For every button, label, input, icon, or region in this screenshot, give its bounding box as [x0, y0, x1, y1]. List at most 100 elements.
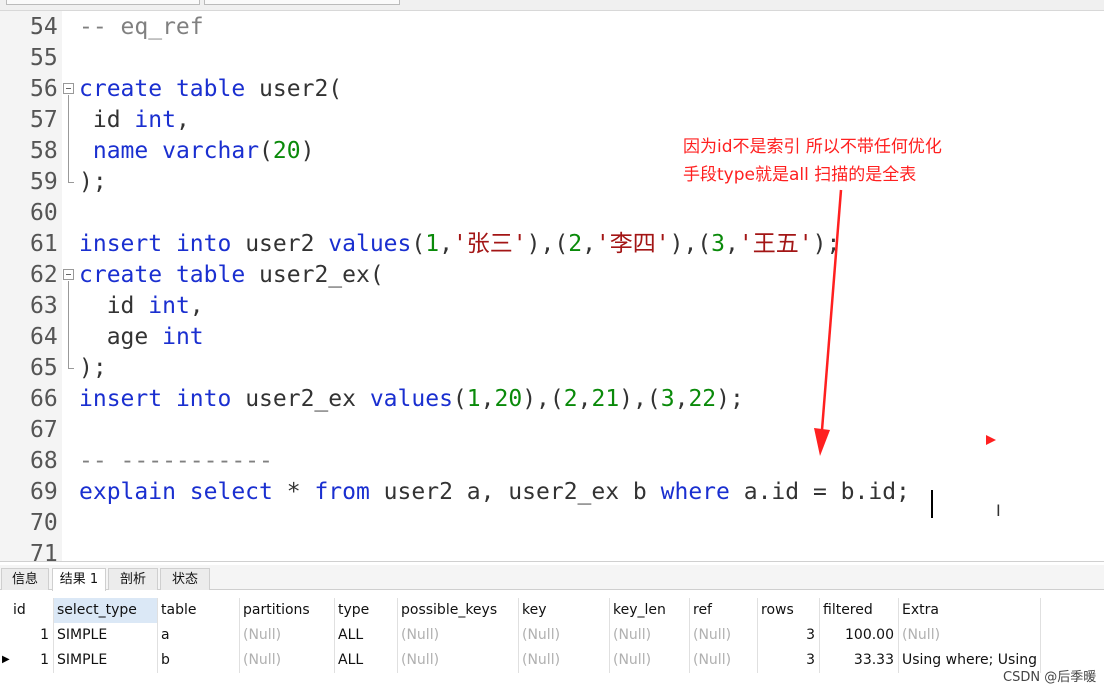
code-token: ),( [669, 231, 712, 257]
code-token: explain [79, 479, 176, 505]
fold-guide [68, 95, 69, 182]
code-token: create [79, 262, 163, 288]
line-number: 63 [30, 293, 58, 319]
fold-toggle-icon[interactable] [63, 83, 74, 94]
code-line[interactable]: 56 create table user2( [0, 74, 1104, 105]
table-cell[interactable]: b [158, 648, 240, 673]
table-cell[interactable]: (Null) [690, 623, 758, 648]
annotation-line-1: 因为id不是索引 所以不带任何优化 [683, 137, 942, 157]
column-header[interactable]: type [335, 598, 398, 623]
table-cell[interactable]: 1 [10, 623, 54, 648]
column-header[interactable]: key [519, 598, 610, 623]
code-line[interactable]: 70 [0, 508, 1104, 539]
table-cell[interactable]: (Null) [690, 648, 758, 673]
line-number: 68 [30, 448, 58, 474]
column-header[interactable]: partitions [240, 598, 335, 623]
column-header[interactable]: filtered [820, 598, 899, 623]
code-line[interactable]: 54 -- eq_ref [0, 12, 1104, 43]
table-cell[interactable]: (Null) [240, 623, 335, 648]
table-cell[interactable]: (Null) [240, 648, 335, 673]
table-cell[interactable]: SIMPLE [54, 623, 158, 648]
table-cell[interactable]: (Null) [519, 623, 610, 648]
code-line[interactable]: 71 [0, 539, 1104, 561]
code-token: create [79, 76, 163, 102]
query-tab[interactable] [204, 0, 400, 5]
code-token: id [79, 107, 135, 133]
results-tab-bar: 信息 结果 1 剖析 状态 [0, 565, 1104, 591]
code-token: 2 [563, 386, 578, 412]
code-token: user2_ex [231, 386, 370, 412]
code-line[interactable]: 62 create table user2_ex( [0, 260, 1104, 291]
sql-editor[interactable]: 54 -- eq_ref 55 56 create table user2(57 id … [0, 11, 1104, 561]
code-token: ); [812, 231, 841, 257]
tab-profile[interactable]: 剖析 [108, 568, 158, 590]
code-token: '王五' [738, 231, 813, 257]
code-line[interactable]: 68 -- ----------- [0, 446, 1104, 477]
table-cell[interactable]: a [158, 623, 240, 648]
table-cell[interactable]: ALL [335, 648, 398, 673]
code-line[interactable]: 63 id int, [0, 291, 1104, 322]
column-header[interactable]: rows [758, 598, 820, 623]
code-token: id [79, 293, 149, 319]
tab-status[interactable]: 状态 [160, 568, 210, 590]
code-line[interactable]: 60 [0, 198, 1104, 229]
code-token: 1 [466, 386, 481, 412]
code-line[interactable]: 66 insert into user2_ex values(1,20),(2,2… [0, 384, 1104, 415]
column-header[interactable]: id [10, 598, 54, 623]
code-token: insert [79, 231, 163, 257]
code-token: into [175, 386, 232, 412]
code-text: age int [79, 322, 204, 353]
text-caret [931, 490, 933, 518]
code-token: ); [79, 355, 107, 381]
code-line[interactable]: 61 insert into user2 values(1,'张三'),(2,'李… [0, 229, 1104, 260]
current-row-icon: ▶ [2, 654, 10, 665]
code-token: a.id = b.id; [729, 479, 910, 505]
code-line[interactable]: 55 [0, 43, 1104, 74]
code-token: user2( [245, 76, 343, 102]
table-cell[interactable]: (Null) [398, 648, 519, 673]
code-token: age [79, 324, 163, 350]
code-token: , [439, 231, 453, 257]
table-cell[interactable]: (Null) [610, 648, 690, 673]
code-token: table [175, 76, 246, 102]
table-cell[interactable]: SIMPLE [54, 648, 158, 673]
table-cell[interactable]: (Null) [899, 623, 1041, 648]
table-cell[interactable]: 33.33 [820, 648, 899, 673]
table-cell[interactable]: (Null) [610, 623, 690, 648]
code-line[interactable]: 69 explain select * from user2 a, user2_e… [0, 477, 1104, 508]
table-cell[interactable]: (Null) [519, 648, 610, 673]
fold-toggle-icon[interactable] [63, 269, 74, 280]
code-token: , [189, 293, 204, 319]
code-line[interactable]: 67 [0, 415, 1104, 446]
code-token: user2 [231, 231, 329, 257]
code-token: ) [300, 138, 315, 164]
code-line[interactable]: 64 age int [0, 322, 1104, 353]
tab-info[interactable]: 信息 [1, 568, 49, 590]
tab-result-1[interactable]: 结果 1 [52, 568, 106, 591]
column-header[interactable]: select_type [54, 598, 158, 623]
column-header[interactable]: possible_keys [398, 598, 519, 623]
code-token: , [577, 386, 592, 412]
fold-guide [68, 281, 69, 368]
table-cell[interactable]: 3 [758, 623, 820, 648]
code-token: from [314, 479, 370, 505]
column-header[interactable]: key_len [610, 598, 690, 623]
table-cell[interactable]: (Null) [398, 623, 519, 648]
code-token: select [189, 479, 273, 505]
code-token: 1 [425, 231, 440, 257]
column-header[interactable]: ref [690, 598, 758, 623]
table-cell[interactable]: 1 [10, 648, 54, 673]
table-cell[interactable]: 100.00 [820, 623, 899, 648]
column-header[interactable]: Extra [899, 598, 1041, 623]
code-token: values [328, 231, 412, 257]
code-line[interactable]: 57 id int, [0, 105, 1104, 136]
code-line[interactable]: 65); [0, 353, 1104, 384]
line-number: 66 [30, 386, 58, 412]
table-cell[interactable]: ALL [335, 623, 398, 648]
table-cell[interactable]: 3 [758, 648, 820, 673]
code-token: ( [452, 386, 467, 412]
query-tab[interactable] [6, 0, 200, 5]
column-header[interactable]: table [158, 598, 240, 623]
